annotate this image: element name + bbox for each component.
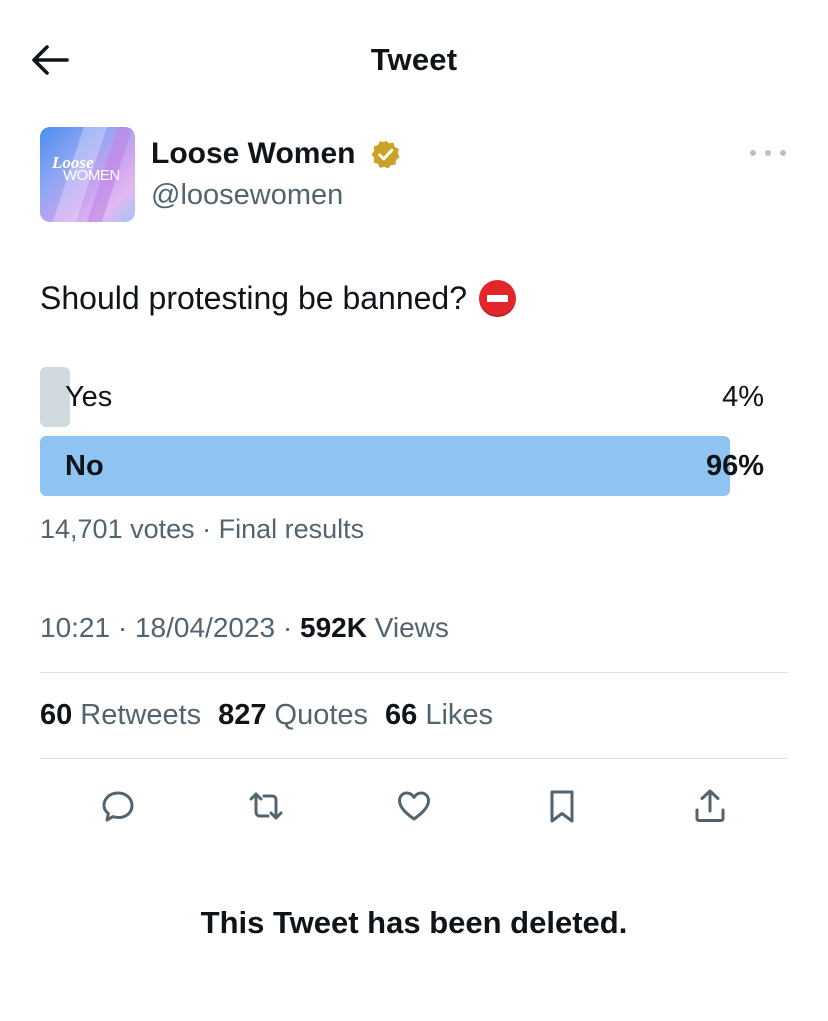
more-horizontal-icon — [765, 150, 771, 156]
divider — [40, 672, 788, 673]
tweet-date[interactable]: 18/04/2023 — [135, 612, 275, 643]
poll: Yes 4% No 96% — [40, 367, 764, 497]
bookmark-button[interactable] — [534, 778, 590, 834]
page-title: Tweet — [370, 42, 458, 77]
header: Tweet — [0, 0, 828, 118]
tweet-author: Loose WOMEN Loose Women @loosewomen — [40, 127, 788, 223]
quotes-stat[interactable]: 827 Quotes — [218, 695, 368, 735]
tweet-action-bar — [0, 778, 828, 834]
more-horizontal-icon — [780, 150, 786, 156]
author-display-name[interactable]: Loose Women — [151, 136, 355, 172]
separator: · — [110, 612, 135, 643]
author-handle[interactable]: @loosewomen — [151, 178, 343, 212]
poll-option-no: No 96% — [40, 436, 764, 496]
views-label: Views — [374, 612, 449, 643]
reply-button[interactable] — [90, 778, 146, 834]
separator: · — [275, 612, 300, 643]
poll-option-percent: 4% — [722, 381, 764, 413]
share-icon — [695, 789, 725, 822]
tweet-deleted-notice: This Tweet has been deleted. — [200, 905, 628, 940]
retweets-label: Retweets — [80, 699, 202, 731]
tweet-body: Should protesting be banned? — [40, 280, 468, 316]
quotes-label: Quotes — [274, 699, 369, 731]
retweets-stat[interactable]: 60 Retweets — [40, 695, 201, 735]
like-icon — [398, 791, 430, 821]
share-button[interactable] — [682, 778, 738, 834]
reply-icon — [102, 791, 134, 822]
retweet-button[interactable] — [238, 778, 294, 834]
verified-badge-icon — [371, 140, 400, 169]
likes-stat[interactable]: 66 Likes — [385, 695, 493, 735]
tweet-text: Should protesting be banned? — [40, 277, 517, 319]
tweet-time[interactable]: 10:21 — [40, 612, 110, 643]
more-options-button[interactable] — [750, 143, 786, 163]
poll-option-label: No — [65, 450, 104, 482]
more-horizontal-icon — [750, 150, 756, 156]
tweet-timestamp: 10:21 · 18/04/2023 · 592K Views — [40, 608, 449, 648]
poll-meta: 14,701 votes · Final results — [40, 514, 365, 544]
poll-option-label: Yes — [65, 381, 113, 413]
likes-label: Likes — [425, 699, 494, 731]
poll-option-yes: Yes 4% — [40, 367, 764, 427]
retweets-count: 60 — [40, 699, 73, 731]
divider — [40, 758, 788, 759]
poll-option-percent: 96% — [705, 450, 764, 482]
engagement-stats: 60 Retweets 827 Quotes 66 Likes — [40, 695, 493, 735]
avatar[interactable]: Loose WOMEN — [40, 127, 135, 222]
bookmark-icon — [550, 790, 574, 823]
likes-count: 66 — [385, 699, 418, 731]
retweet-icon — [249, 792, 283, 820]
views-count: 592K — [300, 612, 367, 643]
quotes-count: 827 — [218, 699, 267, 731]
avatar-logo-text: WOMEN — [63, 167, 120, 184]
poll-result-bar — [40, 436, 730, 496]
no-entry-icon — [479, 279, 517, 317]
tweet-detail-screen: Tweet Loose WOMEN Loose Women @loosewome… — [0, 0, 828, 1021]
like-button[interactable] — [386, 778, 442, 834]
